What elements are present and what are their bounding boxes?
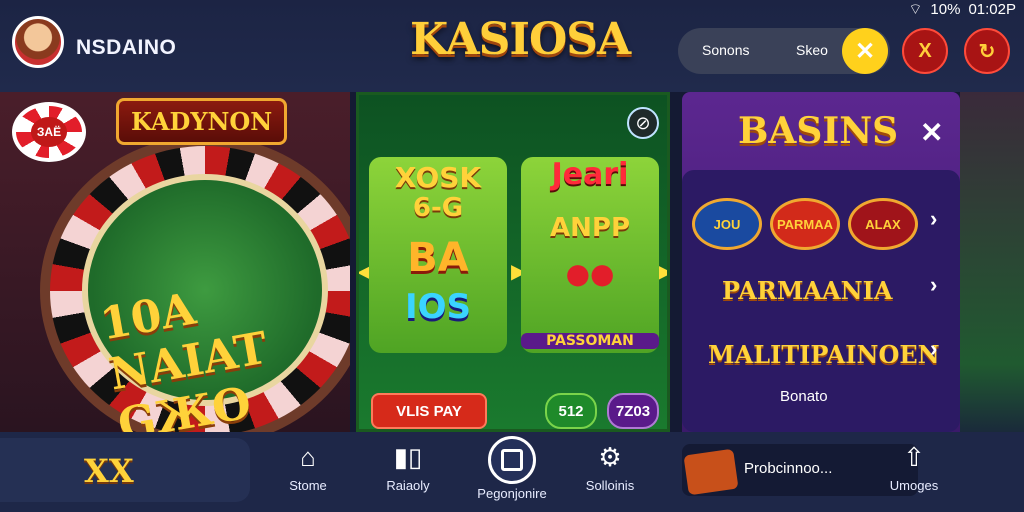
nav-item-center-label: Pegonjonire [462, 486, 562, 501]
battery-level: 10% [930, 1, 961, 18]
home-icon: ⌂ [300, 442, 316, 472]
slots-panel[interactable]: ⊘ ◀ ▶ ▶ XOSK 6-G BA IOS Jeari ANPP ●● PA… [356, 92, 670, 432]
bottom-nav: XX ⌂ Stome ▮▯ Raiaoly Pegonjonire ⚙ Soll… [0, 432, 1024, 512]
promo-icon [683, 448, 739, 496]
game-icon[interactable]: ALAX [848, 198, 918, 250]
square-icon [501, 449, 523, 471]
bet-708-button[interactable]: 7Z03 [607, 393, 659, 429]
slot-reel-b[interactable]: Jeari ANPP ●● PASSOMAN [521, 157, 659, 353]
nav-label: Umoges [889, 478, 939, 493]
play-button[interactable]: VLIS PAY [371, 393, 487, 429]
list-item-label: MALITIPAINOEN [708, 340, 940, 369]
status-bar: ⌔ 10% 01:02P [908, 0, 1016, 19]
list-item[interactable]: PARMAANIA › [682, 268, 960, 332]
games-list-panel[interactable]: BASINS ✕ JOU PARMAA ALAX › PARMAANIA › M… [682, 92, 960, 432]
panel-badge: KADYNON [116, 98, 288, 145]
refresh-button[interactable]: ↻ [964, 28, 1010, 74]
close-icon[interactable]: ⊘ [627, 107, 659, 139]
close-search-button[interactable]: ✕ [842, 28, 888, 74]
chevron-right-icon[interactable]: › [930, 336, 937, 362]
nav-label: Pegonjonire [477, 486, 547, 501]
nav-label: Stome [289, 478, 327, 493]
home-logo: XX [84, 452, 134, 490]
gear-icon: ⚙ [598, 442, 622, 472]
background-table [960, 92, 1024, 432]
nav-item-upgrades[interactable]: ⇧ Umoges [864, 442, 964, 493]
reel-b-line-2: ANPP [550, 213, 630, 243]
reel-a-line-4: IOS [404, 287, 472, 327]
poker-chip-icon: ЗАЁ [12, 102, 86, 162]
chip-label: ЗАЁ [30, 117, 68, 147]
nav-label: Raiaoly [386, 478, 430, 493]
top-bar: NSDAINO KASIOSA ⌔ 10% 01:02P Sonons Skeo… [0, 0, 1024, 92]
username: NSDAINO [76, 36, 177, 59]
close-icon[interactable]: ✕ [920, 116, 943, 149]
building-icon: ▮▯ [393, 442, 423, 472]
upload-icon: ⇧ [903, 442, 925, 472]
brand-button[interactable]: X [902, 28, 948, 74]
avatar[interactable] [12, 16, 64, 68]
roulette-panel[interactable]: 10A NAIAT GЖO ЗАЁ KADYNON [0, 92, 350, 432]
chevron-right-icon[interactable]: › [930, 206, 937, 232]
bet-512-button[interactable]: 512 [545, 393, 597, 429]
reel-b-line-3: PASSOMAN [521, 333, 659, 349]
nav-item-raiaoly[interactable]: ▮▯ Raiaoly [358, 442, 458, 493]
game-icon[interactable]: PARMAA [770, 198, 840, 250]
center-nav-button[interactable] [488, 436, 536, 484]
reel-a-line-1: XOSK [394, 161, 482, 194]
list-footer: Bonato [780, 388, 828, 405]
nav-item-settings[interactable]: ⚙ Solloinis [560, 442, 660, 493]
game-icon[interactable]: JOU [692, 198, 762, 250]
reel-b-line-1: Jeari [551, 157, 629, 192]
app-logo: KASIOSA [410, 14, 631, 65]
list-item-label: PARMAANIA [722, 276, 893, 305]
nav-label: Solloinis [585, 478, 635, 493]
clock: 01:02P [968, 1, 1016, 18]
chevron-right-icon[interactable]: › [930, 272, 937, 298]
home-button[interactable]: XX [0, 438, 250, 502]
nav-item-store[interactable]: ⌂ Stome [258, 442, 358, 493]
search-label-right: Skeo [796, 42, 828, 58]
promo-text: Probcinnoo... [744, 460, 833, 477]
slot-reel-a[interactable]: XOSK 6-G BA IOS [369, 157, 507, 353]
games-list: JOU PARMAA ALAX › PARMAANIA › MALITIPAIN… [682, 170, 960, 432]
die-icon: ●● [565, 257, 615, 290]
reel-a-line-2: 6-G [412, 193, 464, 223]
search-label-left: Sonons [702, 42, 750, 58]
panel-title: BASINS [738, 110, 899, 152]
wifi-icon: ⌔ [908, 1, 923, 18]
reel-a-line-3: BA [407, 235, 469, 281]
list-item[interactable]: JOU PARMAA ALAX › [682, 180, 960, 250]
